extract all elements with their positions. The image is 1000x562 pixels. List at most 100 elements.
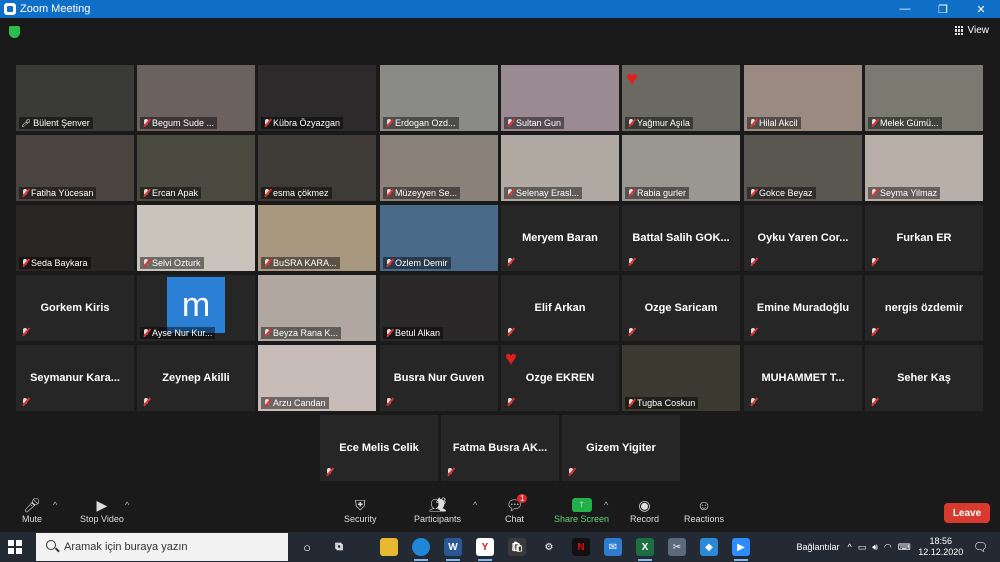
participant-tile[interactable]: Betul Alkan [380, 275, 498, 341]
zoom-taskbar-icon[interactable]: ▶︎ [732, 538, 750, 561]
participant-tile[interactable]: Gizem Yigiter [562, 415, 680, 481]
photos-icon[interactable]: ◆ [700, 538, 718, 556]
participant-tile[interactable]: Kübra Özyazgan [258, 65, 376, 131]
notifications-icon[interactable]: 🗨︎ [973, 540, 988, 554]
participant-tile[interactable]: Ozge EKREN ♥ [501, 345, 619, 411]
participant-tile[interactable]: Gokce Beyaz [744, 135, 862, 201]
record-button[interactable]: ◉ Record [630, 496, 659, 524]
file-explorer-icon[interactable] [380, 538, 398, 556]
leave-button[interactable]: Leave [944, 503, 990, 523]
tray-label[interactable]: Bağlantılar [796, 542, 839, 552]
participant-tile[interactable]: Gorkem Kiris [16, 275, 134, 341]
participant-tile[interactable]: esma çökmez [258, 135, 376, 201]
edge-browser-icon[interactable] [412, 538, 430, 561]
share-screen-button[interactable]: ↑ Share Screen [554, 496, 609, 524]
participant-tile[interactable]: Tugba Coskun [622, 345, 740, 411]
participant-tile[interactable]: Busra Nur Guven [380, 345, 498, 411]
zoom-app-icon [4, 3, 16, 15]
participant-name: Selvi Ozturk [152, 258, 201, 268]
encryption-shield-icon[interactable] [9, 26, 20, 38]
taskbar-clock[interactable]: 18:56 12.12.2020 [915, 536, 967, 558]
participant-name-tag: Tugba Coskun [625, 397, 699, 409]
participant-tile[interactable]: Selenay Erasl... [501, 135, 619, 201]
participant-tile[interactable]: Meryem Baran [501, 205, 619, 271]
view-button[interactable]: View [954, 25, 989, 36]
mic-muted-icon [263, 329, 271, 337]
participant-tile[interactable]: BuSRA KARA... [258, 205, 376, 271]
participant-tile[interactable]: Erdogan Ozd... [380, 65, 498, 131]
participant-tile[interactable]: Beyza Rana K... [258, 275, 376, 341]
participant-tile[interactable]: Seymanur Kara... [16, 345, 134, 411]
battery-icon[interactable]: ▭ [858, 542, 867, 553]
participant-tile[interactable]: 🎤︎ Bülent Şenver [16, 65, 134, 131]
participant-tile[interactable]: Zeynep Akilli [137, 345, 255, 411]
search-placeholder: Aramak için buraya yazın [64, 541, 188, 553]
reactions-button[interactable]: ☺ Reactions [684, 496, 724, 524]
minimize-button[interactable]: — [886, 3, 924, 16]
netflix-icon[interactable]: N [572, 538, 590, 556]
participant-tile[interactable]: Ercan Apak [137, 135, 255, 201]
participant-tile[interactable]: Sultan Gun [501, 65, 619, 131]
participant-tile[interactable]: Rabia gurler [622, 135, 740, 201]
participants-options-chevron-icon[interactable]: ^ [473, 500, 477, 510]
snipping-tool-icon[interactable]: ✂ [668, 538, 686, 556]
participant-tile[interactable]: Fatiha Yücesan [16, 135, 134, 201]
wifi-icon[interactable]: ◠ [884, 542, 892, 553]
task-view-icon[interactable]: ⧉ [330, 538, 348, 556]
participant-tile[interactable]: Begum Sude ... [137, 65, 255, 131]
cortana-icon[interactable]: ○ [298, 538, 316, 556]
participant-tile[interactable]: Arzu Candan [258, 345, 376, 411]
participant-name: Betul Alkan [395, 328, 441, 338]
word-icon[interactable]: W [444, 538, 462, 561]
mute-button[interactable]: 🎤︎ Mute [22, 496, 42, 524]
settings-gear-icon[interactable]: ⚙ [540, 538, 558, 556]
participant-tile[interactable]: Emine Muradoğlu [744, 275, 862, 341]
participant-name-tag: Ayse Nur Kur... [140, 327, 216, 339]
participant-tile[interactable]: Furkan ER [865, 205, 983, 271]
participant-tile[interactable]: Müzeyyen Se... [380, 135, 498, 201]
participant-tile[interactable]: Melek Gümü... [865, 65, 983, 131]
window-title: Zoom Meeting [20, 3, 91, 15]
participant-tile[interactable]: Seher Kaş [865, 345, 983, 411]
maximize-button[interactable]: ❐ [924, 3, 962, 16]
participant-tile[interactable]: Ece Melis Celik [320, 415, 438, 481]
mic-muted-icon [870, 258, 878, 266]
participant-tile[interactable]: MUHAMMET T... [744, 345, 862, 411]
keyboard-icon[interactable]: ⌨ [898, 542, 911, 553]
close-button[interactable]: ✕ [962, 3, 1000, 16]
windows-start-icon[interactable] [8, 540, 22, 554]
security-button[interactable]: ⛨ Security [344, 496, 377, 524]
mic-muted-icon [263, 189, 271, 197]
mail-icon[interactable]: ✉ [604, 538, 622, 556]
stop-video-button[interactable]: ▶︎ Stop Video [80, 496, 124, 524]
chat-button[interactable]: 💬︎ 1 Chat [505, 494, 528, 524]
video-options-chevron-icon[interactable]: ^ [125, 500, 129, 510]
participant-tile[interactable]: Seda Baykara [16, 205, 134, 271]
participant-tile[interactable]: m Ayse Nur Kur... [137, 275, 255, 341]
yandex-browser-icon[interactable]: Y [476, 538, 494, 561]
participant-tile[interactable]: Oyku Yaren Cor... [744, 205, 862, 271]
participant-tile[interactable]: Seyma Yilmaz [865, 135, 983, 201]
participant-tile[interactable]: Ozlem Demir [380, 205, 498, 271]
taskbar-search-input[interactable]: Aramak için buraya yazın [36, 533, 288, 561]
participant-name-tag: Melek Gümü... [868, 117, 942, 129]
participant-tile[interactable]: Yağmur Aşıla ♥ [622, 65, 740, 131]
mic-muted-icon [385, 398, 393, 406]
participant-tile[interactable]: Battal Salih GOK... [622, 205, 740, 271]
participant-tile[interactable]: Ozge Saricam [622, 275, 740, 341]
excel-icon[interactable]: X [636, 538, 654, 561]
participant-tile[interactable]: Elif Arkan [501, 275, 619, 341]
participant-tile[interactable]: nergis özdemir [865, 275, 983, 341]
audio-options-chevron-icon[interactable]: ^ [53, 500, 57, 510]
show-hidden-icons-chevron-icon[interactable]: ^ [847, 542, 851, 552]
participant-tile[interactable]: Hilal Akcil [744, 65, 862, 131]
participant-tile[interactable]: Selvi Ozturk [137, 205, 255, 271]
participants-button[interactable]: 👥︎ 43 Participants [414, 496, 461, 524]
share-options-chevron-icon[interactable]: ^ [604, 500, 608, 510]
mic-muted-icon [627, 399, 635, 407]
participant-name: Begum Sude ... [152, 118, 215, 128]
mic-muted-icon [749, 258, 757, 266]
store-icon[interactable]: 🛍︎ [508, 538, 526, 556]
participant-tile[interactable]: Fatma Busra AK... [441, 415, 559, 481]
volume-icon[interactable]: 🔊︎ [872, 542, 878, 553]
